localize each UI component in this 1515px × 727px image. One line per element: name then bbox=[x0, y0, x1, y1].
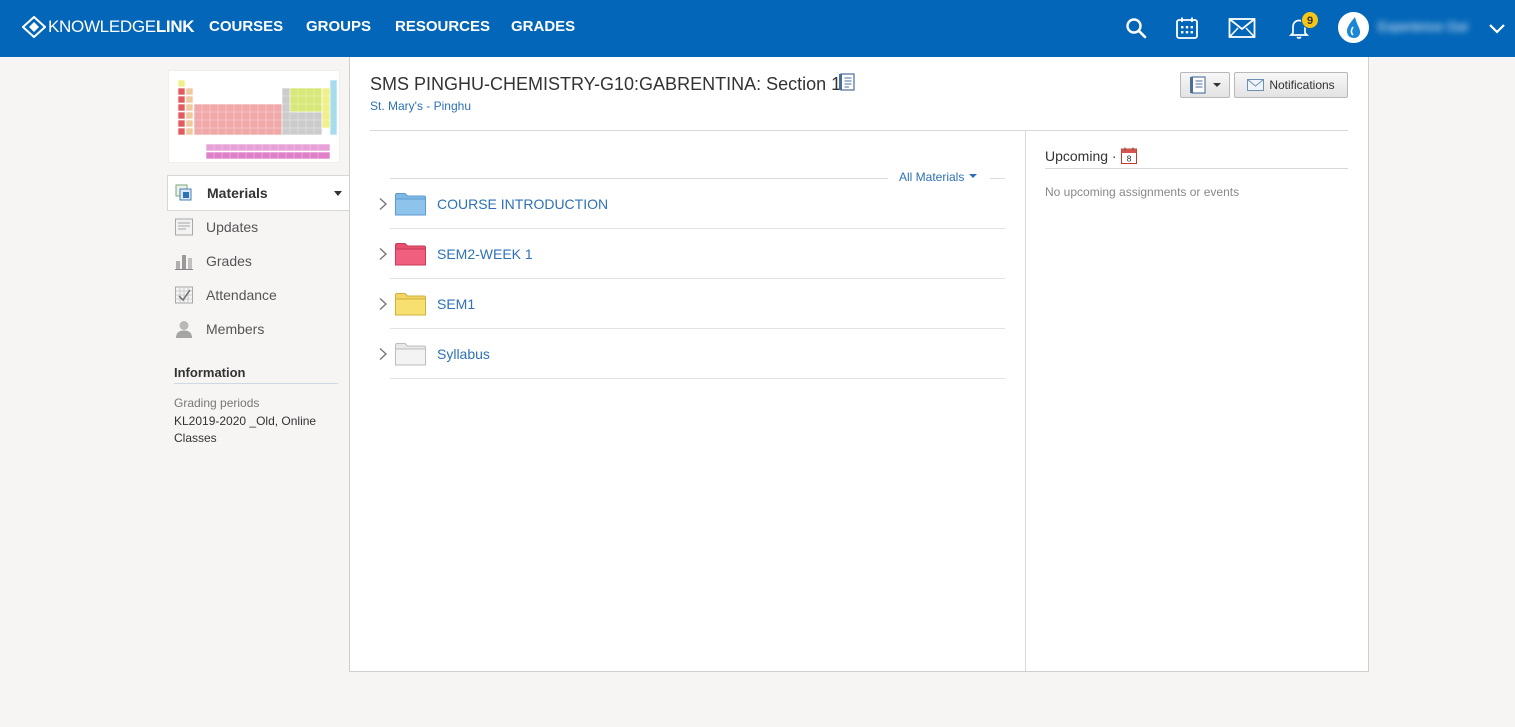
sidebar-item-label: Members bbox=[206, 321, 265, 337]
logo-text-bold: LINK bbox=[155, 17, 195, 36]
avatar-icon bbox=[1340, 14, 1367, 41]
grading-periods-label: Grading periods bbox=[174, 396, 260, 410]
chevron-right-icon[interactable] bbox=[378, 197, 388, 211]
notifications-button[interactable]: Notifications bbox=[1234, 72, 1348, 98]
calendar-icon[interactable] bbox=[1173, 14, 1201, 42]
course-notebook-icon[interactable] bbox=[838, 73, 856, 91]
folder-icon bbox=[395, 343, 426, 366]
grades-icon bbox=[175, 255, 193, 270]
chevron-right-icon[interactable] bbox=[378, 247, 388, 261]
periodic-table-image bbox=[169, 71, 339, 162]
column-divider bbox=[1025, 131, 1026, 671]
list-item[interactable]: SEM2-WEEK 1 bbox=[372, 229, 1005, 279]
folder-name[interactable]: SEM2-WEEK 1 bbox=[437, 246, 533, 262]
nav-resources[interactable]: RESOURCES bbox=[395, 0, 490, 57]
top-navigation-bar: KNOWLEDGE LINK COURSES GROUPS RESOURCES G… bbox=[0, 0, 1515, 57]
sidebar-item-materials[interactable]: Materials bbox=[167, 175, 350, 211]
attendance-icon bbox=[175, 286, 193, 304]
header-divider bbox=[370, 130, 1348, 131]
school-link[interactable]: St. Mary's - Pinghu bbox=[370, 99, 471, 113]
sidebar-item-label: Attendance bbox=[206, 287, 277, 303]
updates-icon bbox=[175, 218, 193, 236]
members-icon bbox=[176, 321, 192, 338]
sidebar-item-members[interactable]: Members bbox=[168, 315, 343, 343]
calendar-day: 8 bbox=[1126, 155, 1131, 164]
notifications-button-label: Notifications bbox=[1269, 78, 1335, 92]
list-item[interactable]: SEM1 bbox=[372, 279, 1005, 329]
logo-text-light: KNOWLEDGE bbox=[48, 17, 156, 36]
information-heading: Information bbox=[174, 365, 338, 384]
materials-icon bbox=[175, 184, 192, 201]
grading-periods-value: KL2019-2020 _Old, Online Classes bbox=[174, 414, 317, 445]
list-item[interactable]: Syllabus bbox=[372, 329, 1005, 379]
divider bbox=[390, 378, 1005, 379]
folder-icon bbox=[395, 293, 426, 316]
caret-down-icon bbox=[1213, 83, 1221, 87]
sidebar-item-attendance[interactable]: Attendance bbox=[168, 281, 343, 309]
chevron-right-icon[interactable] bbox=[378, 347, 388, 361]
upcoming-heading: Upcoming · 8 bbox=[1045, 147, 1137, 164]
sidebar-item-label: Materials bbox=[207, 185, 268, 201]
caret-down-icon bbox=[969, 173, 978, 178]
logo-icon bbox=[22, 16, 46, 38]
folder-name[interactable]: SEM1 bbox=[437, 296, 475, 312]
divider bbox=[1045, 168, 1348, 169]
notification-count-badge: 9 bbox=[1301, 11, 1319, 29]
chevron-right-icon[interactable] bbox=[378, 297, 388, 311]
list-item[interactable]: COURSE INTRODUCTION bbox=[372, 179, 1005, 229]
upcoming-title: Upcoming · bbox=[1045, 147, 1117, 164]
calendar-icon[interactable]: 8 bbox=[1120, 147, 1137, 164]
search-icon[interactable] bbox=[1122, 14, 1150, 42]
course-options-button[interactable] bbox=[1180, 72, 1230, 98]
folder-icon bbox=[395, 193, 426, 216]
knowledgelink-logo[interactable]: KNOWLEDGE LINK bbox=[22, 16, 195, 38]
folder-icon bbox=[395, 243, 426, 266]
sidebar-item-label: Updates bbox=[206, 219, 259, 235]
sidebar-item-grades[interactable]: Grades bbox=[168, 247, 343, 275]
course-image-periodic-table bbox=[168, 70, 340, 163]
sidebar-item-updates[interactable]: Updates bbox=[168, 213, 343, 241]
folder-name[interactable]: Syllabus bbox=[437, 346, 490, 362]
sidebar-item-label: Grades bbox=[206, 253, 252, 269]
chevron-down-icon[interactable] bbox=[1487, 18, 1507, 38]
nav-grades[interactable]: GRADES bbox=[511, 0, 575, 57]
user-name[interactable]: Experience Out bbox=[1378, 19, 1474, 35]
mail-icon[interactable] bbox=[1228, 14, 1256, 42]
upcoming-empty-message: No upcoming assignments or events bbox=[1045, 185, 1240, 199]
notebook-icon bbox=[1190, 76, 1206, 94]
avatar[interactable] bbox=[1338, 12, 1369, 43]
folder-name[interactable]: COURSE INTRODUCTION bbox=[437, 196, 608, 212]
envelope-icon bbox=[1247, 79, 1265, 91]
caret-down-icon[interactable] bbox=[334, 191, 342, 196]
nav-groups[interactable]: GROUPS bbox=[306, 0, 371, 57]
nav-courses[interactable]: COURSES bbox=[209, 0, 283, 57]
page-title: SMS PINGHU-CHEMISTRY-G10:GABRENTINA: Sec… bbox=[370, 74, 842, 94]
